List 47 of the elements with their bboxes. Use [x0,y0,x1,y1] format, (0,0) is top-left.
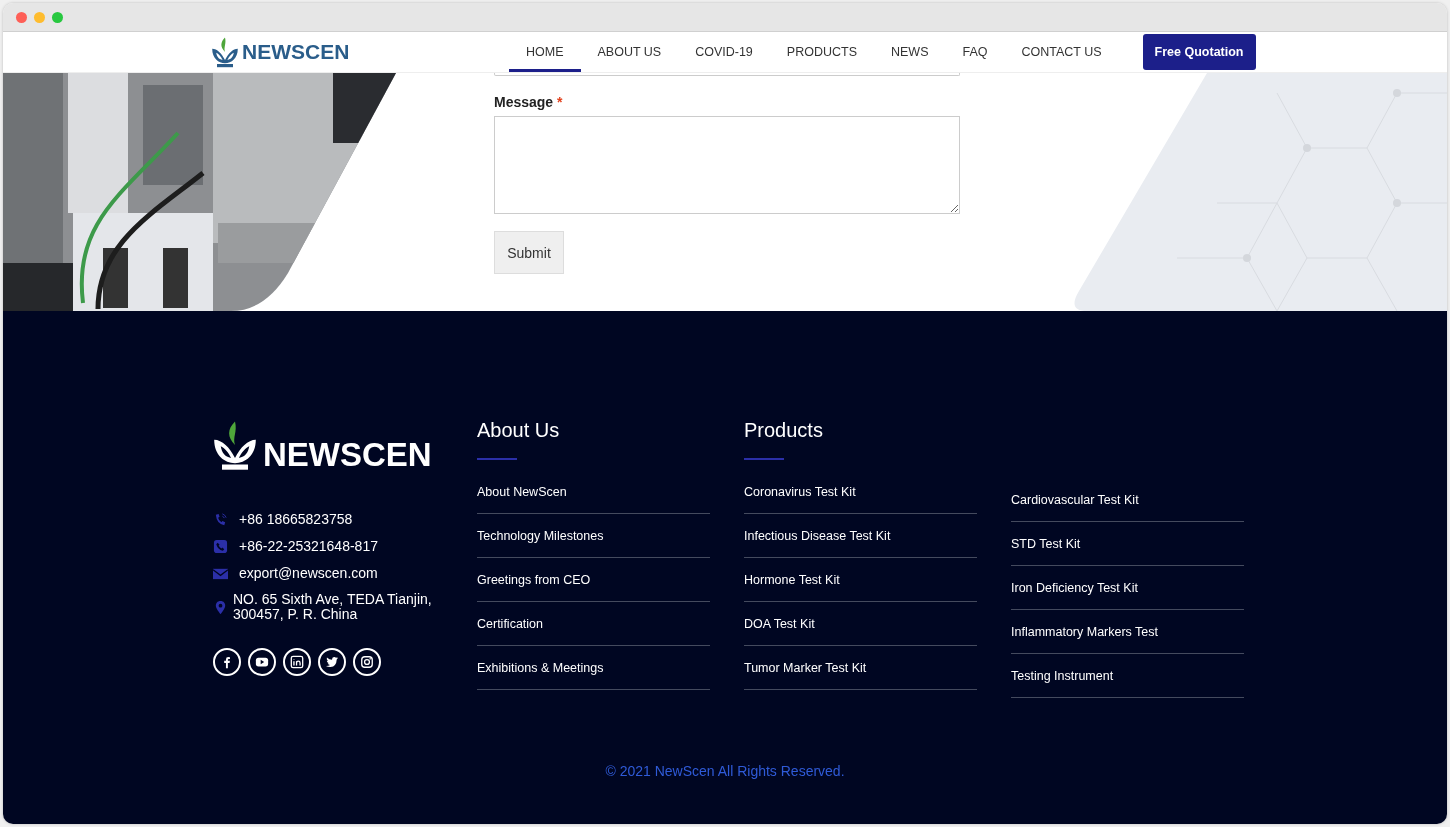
footer-link[interactable]: Infectious Disease Test Kit [744,514,977,558]
phone-ring-icon [213,511,228,527]
footer-link[interactable]: Cardiovascular Test Kit [1011,478,1244,522]
footer-link[interactable]: Testing Instrument [1011,654,1244,698]
copyright-text: © 2021 NewScen All Rights Reserved. [604,763,846,779]
footer-link[interactable]: Certification [477,602,710,646]
nav-link[interactable]: FAQ [945,32,1005,72]
instagram-icon[interactable] [353,648,381,676]
leaf-logo-icon [209,36,241,68]
youtube-icon[interactable] [248,648,276,676]
footer-link[interactable]: Greetings from CEO [477,558,710,602]
nav-link[interactable]: NEWS [874,32,946,72]
close-dot[interactable] [16,11,27,23]
message-field[interactable] [494,116,960,214]
nav-link[interactable]: HOME [509,32,581,72]
footer-link[interactable]: Hormone Test Kit [744,558,977,602]
column-heading: About Us [477,419,561,442]
contact-text: NO. 65 Sixth Ave, TEDA Tianjin, 300457, P. R. China [233,592,433,622]
footer-link[interactable]: Tumor Marker Test Kit [744,646,977,690]
brand-name[interactable]: NEWSCEN [242,40,350,64]
contact-text: +86-22-25321648-817 [239,538,378,554]
footer-link[interactable]: DOA Test Kit [744,602,977,646]
submit-button[interactable]: Submit [494,231,564,274]
zoom-dot[interactable] [52,11,63,23]
nav-link[interactable]: COVID-19 [678,32,770,72]
column-heading: Products [744,419,824,442]
footer-link[interactable]: STD Test Kit [1011,522,1244,566]
brand-name: NEWSCEN [263,438,432,471]
facebook-icon[interactable] [213,648,241,676]
minimize-dot[interactable] [34,11,45,23]
linkedin-icon[interactable] [283,648,311,676]
footer-link[interactable]: Inflammatory Markers Test [1011,610,1244,654]
contact-text: +86 18665823758 [239,511,353,527]
twitter-icon[interactable] [318,648,346,676]
free-quotation-button[interactable]: Free Quotation [1142,34,1256,70]
nav-link[interactable]: CONTACT US [1004,32,1119,72]
nav-link[interactable]: ABOUT US [580,32,679,72]
footer-link[interactable]: Exhibitions & Meetings [477,646,710,690]
nav-link[interactable]: PRODUCTS [769,32,874,72]
footer-link[interactable]: Iron Deficiency Test Kit [1011,566,1244,610]
footer-link[interactable]: About NewScen [477,470,710,514]
footer-link[interactable]: Coronavirus Test Kit [744,470,977,514]
message-label: Message * [494,94,564,110]
contact-text: export@newscen.com [239,565,378,581]
footer-link[interactable]: Technology Milestones [477,514,710,558]
map-pin-icon [213,599,228,615]
phone-icon [213,538,228,554]
